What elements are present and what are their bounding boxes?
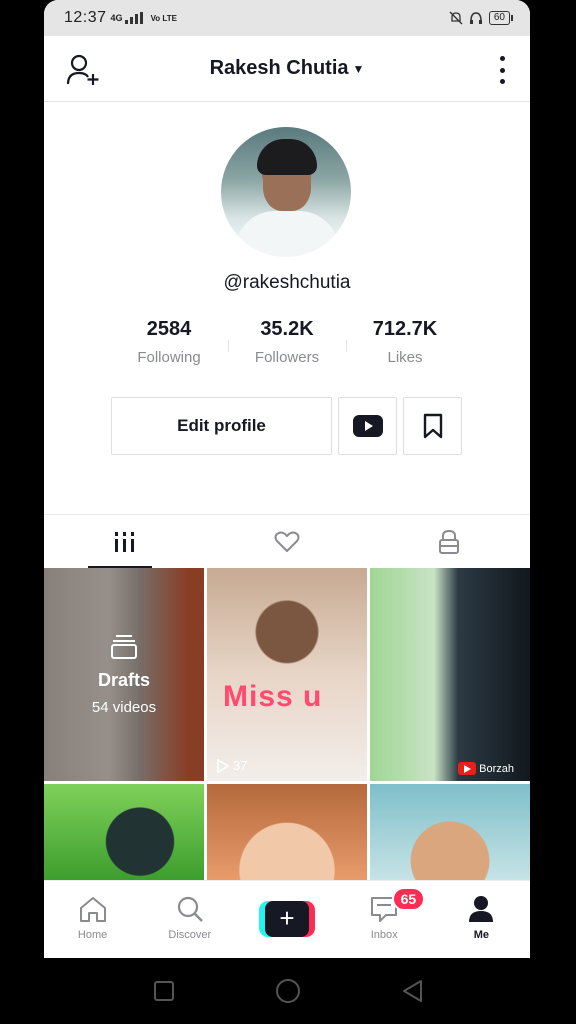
play-count: 37	[217, 758, 247, 773]
stat-label: Following	[137, 349, 201, 366]
video-tile[interactable]: Borzah	[370, 568, 530, 781]
lock-icon	[439, 529, 459, 554]
headphones-icon	[469, 12, 482, 24]
play-count-value: 37	[233, 758, 248, 773]
system-nav-bar	[0, 958, 576, 1024]
mute-icon	[449, 11, 463, 25]
nav-label: Home	[77, 929, 108, 941]
nav-home[interactable]: Home	[44, 881, 141, 958]
stat-label: Likes	[387, 349, 423, 366]
network-indicator: 4G	[110, 13, 123, 23]
tab-videos[interactable]	[44, 515, 206, 568]
add-user-icon[interactable]	[66, 54, 100, 86]
stat-likes[interactable]: 712.7K Likes	[346, 318, 464, 366]
username-handle: @rakeshchutia	[223, 272, 351, 293]
heart-icon	[274, 531, 300, 552]
video-caption: Miss u	[223, 680, 323, 713]
chevron-down-icon[interactable]: ▼	[353, 62, 365, 76]
profile-tabs	[44, 514, 530, 568]
more-options-icon[interactable]	[498, 56, 506, 84]
video-grid: Drafts 54 videos Miss u 37 Borzah	[44, 568, 530, 880]
battery-indicator: 60	[488, 11, 514, 25]
favorites-button[interactable]	[403, 397, 462, 455]
play-icon	[217, 758, 229, 773]
stat-value: 712.7K	[372, 318, 438, 340]
volte-indicator: Vo LTE	[150, 13, 177, 23]
signal-icon	[124, 12, 143, 24]
drafts-icon	[111, 634, 137, 659]
drafts-label: Drafts	[97, 669, 150, 690]
nav-label: Discover	[168, 929, 212, 941]
nav-label: Inbox	[370, 929, 398, 941]
edit-profile-button[interactable]: Edit profile	[111, 397, 332, 455]
profile-header: Rakesh Chutia ▼	[44, 36, 530, 102]
youtube-icon	[458, 762, 477, 775]
back-icon[interactable]	[401, 979, 423, 1003]
status-bar: 12:37 4G Vo LTE 60	[44, 0, 530, 36]
home-icon	[79, 897, 106, 922]
stat-following[interactable]: 2584 Following	[110, 318, 228, 366]
stat-label: Followers	[254, 349, 320, 366]
bookmark-icon	[423, 413, 442, 439]
nav-inbox[interactable]: 65 Inbox	[336, 881, 433, 958]
video-tile[interactable]	[44, 784, 204, 880]
youtube-source-name: Borzah	[479, 762, 514, 775]
nav-label: Me	[473, 929, 490, 941]
nav-me[interactable]: Me	[433, 881, 530, 958]
profile-icon	[469, 896, 494, 922]
tab-liked[interactable]	[206, 515, 368, 568]
profile-title[interactable]: Rakesh Chutia	[210, 57, 349, 80]
inbox-badge: 65	[391, 887, 426, 911]
recent-apps-icon[interactable]	[153, 980, 175, 1002]
tab-private[interactable]	[368, 515, 530, 568]
youtube-source-badge: Borzah	[458, 762, 514, 775]
avatar[interactable]	[221, 127, 351, 257]
plus-icon: +	[265, 901, 309, 937]
stat-followers[interactable]: 35.2K Followers	[228, 318, 346, 366]
videos-grid-icon	[115, 531, 134, 552]
drafts-count: 54 videos	[91, 698, 157, 716]
video-tile[interactable]	[207, 784, 367, 880]
drafts-tile[interactable]: Drafts 54 videos	[44, 568, 204, 781]
search-icon	[177, 896, 203, 922]
home-button-icon[interactable]	[275, 978, 301, 1004]
bottom-nav: Home Discover + 65 Inbox Me	[44, 880, 530, 958]
youtube-button[interactable]	[338, 397, 397, 455]
video-tile[interactable]	[370, 784, 530, 880]
create-button[interactable]: +	[259, 901, 315, 937]
stat-value: 2584	[146, 318, 192, 340]
app-screen: 12:37 4G Vo LTE 60 Rakesh Chutia ▼ @rake…	[44, 0, 530, 958]
nav-discover[interactable]: Discover	[141, 881, 238, 958]
profile-actions: Edit profile	[111, 397, 462, 455]
video-tile[interactable]: Miss u 37	[207, 568, 367, 781]
nav-create[interactable]: +	[238, 881, 335, 958]
youtube-icon	[352, 415, 383, 437]
profile-stats: 2584 Following 35.2K Followers 712.7K Li…	[110, 318, 464, 366]
stat-value: 35.2K	[260, 318, 314, 340]
status-time: 12:37	[64, 9, 107, 26]
